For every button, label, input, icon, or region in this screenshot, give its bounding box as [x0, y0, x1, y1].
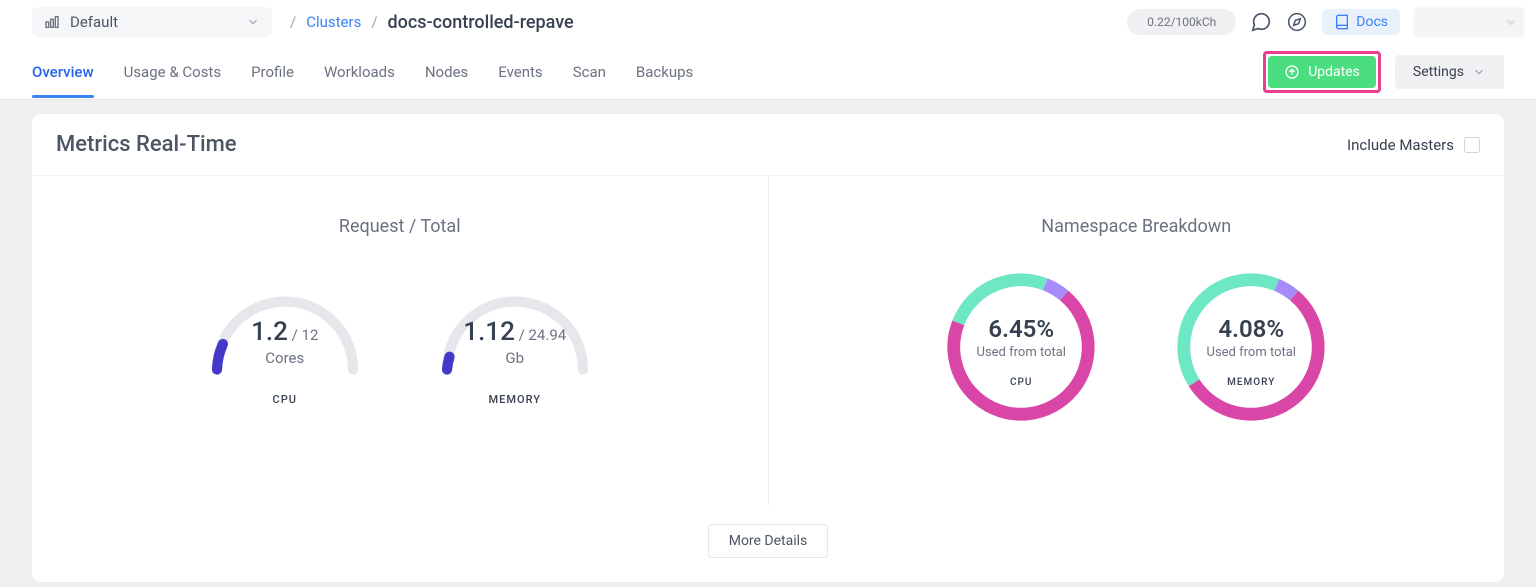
memory-donut-pct: 4.08% — [1171, 315, 1331, 343]
chat-icon[interactable] — [1250, 11, 1272, 33]
breadcrumb-separator: / — [290, 13, 296, 31]
cpu-donut: 6.45% Used from total CPU — [941, 267, 1101, 427]
metrics-body: Request / Total 1.2 / 12 Cores CPU — [32, 176, 1504, 506]
updates-button[interactable]: Updates — [1268, 56, 1376, 88]
cpu-donut-sub: Used from total — [941, 345, 1101, 360]
compass-icon[interactable] — [1286, 11, 1308, 33]
tab-profile[interactable]: Profile — [251, 47, 294, 97]
tab-events[interactable]: Events — [498, 47, 542, 97]
project-name: Default — [70, 13, 118, 31]
memory-donut-label: MEMORY — [1171, 377, 1331, 388]
tab-usage-costs[interactable]: Usage & Costs — [124, 47, 222, 97]
updates-label: Updates — [1308, 64, 1360, 80]
docs-label: Docs — [1356, 14, 1388, 30]
settings-button[interactable]: Settings — [1395, 55, 1504, 89]
tab-overview[interactable]: Overview — [32, 47, 94, 97]
card-title: Metrics Real-Time — [56, 132, 237, 157]
usage-pill: 0.22/100kCh — [1127, 9, 1236, 35]
cpu-donut-pct: 6.45% — [941, 315, 1101, 343]
memory-value: 1.12 — [463, 317, 515, 347]
memory-total: / 24.94 — [519, 326, 567, 344]
namespace-panel: Namespace Breakdown 6.45% Used from tota… — [769, 176, 1505, 506]
settings-label: Settings — [1413, 64, 1464, 80]
chevron-down-icon — [1504, 15, 1518, 29]
memory-gauge: 1.12 / 24.94 Gb MEMORY — [430, 267, 600, 406]
card-header: Metrics Real-Time Include Masters — [32, 114, 1504, 176]
book-icon — [1334, 14, 1350, 30]
namespace-title: Namespace Breakdown — [1041, 216, 1231, 237]
chevron-down-icon — [246, 15, 260, 29]
breadcrumb: / Clusters / docs-controlled-repave — [290, 12, 574, 33]
updates-icon — [1284, 64, 1300, 80]
cpu-unit: Cores — [251, 349, 318, 367]
project-selector[interactable]: Default — [32, 7, 272, 37]
memory-donut-sub: Used from total — [1171, 345, 1331, 360]
cpu-gauge-label: CPU — [273, 393, 297, 406]
cpu-value: 1.2 — [251, 317, 288, 347]
metrics-card: Metrics Real-Time Include Masters Reques… — [32, 114, 1504, 582]
include-masters-checkbox[interactable] — [1464, 137, 1480, 153]
account-menu[interactable] — [1414, 7, 1524, 37]
request-total-title: Request / Total — [339, 216, 461, 237]
top-bar: Default / Clusters / docs-controlled-rep… — [0, 0, 1536, 44]
breadcrumb-clusters-link[interactable]: Clusters — [306, 13, 361, 31]
cpu-gauge: 1.2 / 12 Cores CPU — [200, 267, 370, 406]
include-masters-label: Include Masters — [1347, 136, 1454, 154]
cpu-donut-label: CPU — [941, 377, 1101, 388]
tab-nodes[interactable]: Nodes — [425, 47, 468, 97]
breadcrumb-current: docs-controlled-repave — [388, 12, 574, 33]
project-icon — [44, 14, 60, 30]
more-details-row: More Details — [32, 506, 1504, 582]
chevron-down-icon — [1472, 65, 1486, 79]
breadcrumb-separator: / — [371, 13, 377, 31]
updates-highlight: Updates — [1263, 51, 1381, 93]
tabs-row: Overview Usage & Costs Profile Workloads Nod… — [0, 44, 1536, 100]
docs-button[interactable]: Docs — [1322, 9, 1400, 35]
include-masters-toggle: Include Masters — [1347, 136, 1480, 154]
more-details-button[interactable]: More Details — [708, 524, 829, 558]
tab-scan[interactable]: Scan — [573, 47, 606, 97]
tab-workloads[interactable]: Workloads — [324, 47, 395, 97]
request-total-panel: Request / Total 1.2 / 12 Cores CPU — [32, 176, 769, 506]
memory-donut: 4.08% Used from total MEMORY — [1171, 267, 1331, 427]
tab-backups[interactable]: Backups — [636, 47, 693, 97]
tabs: Overview Usage & Costs Profile Workloads Nod… — [32, 47, 693, 97]
memory-gauge-label: MEMORY — [489, 393, 541, 406]
cpu-total: / 12 — [292, 326, 319, 344]
memory-unit: Gb — [463, 349, 566, 367]
